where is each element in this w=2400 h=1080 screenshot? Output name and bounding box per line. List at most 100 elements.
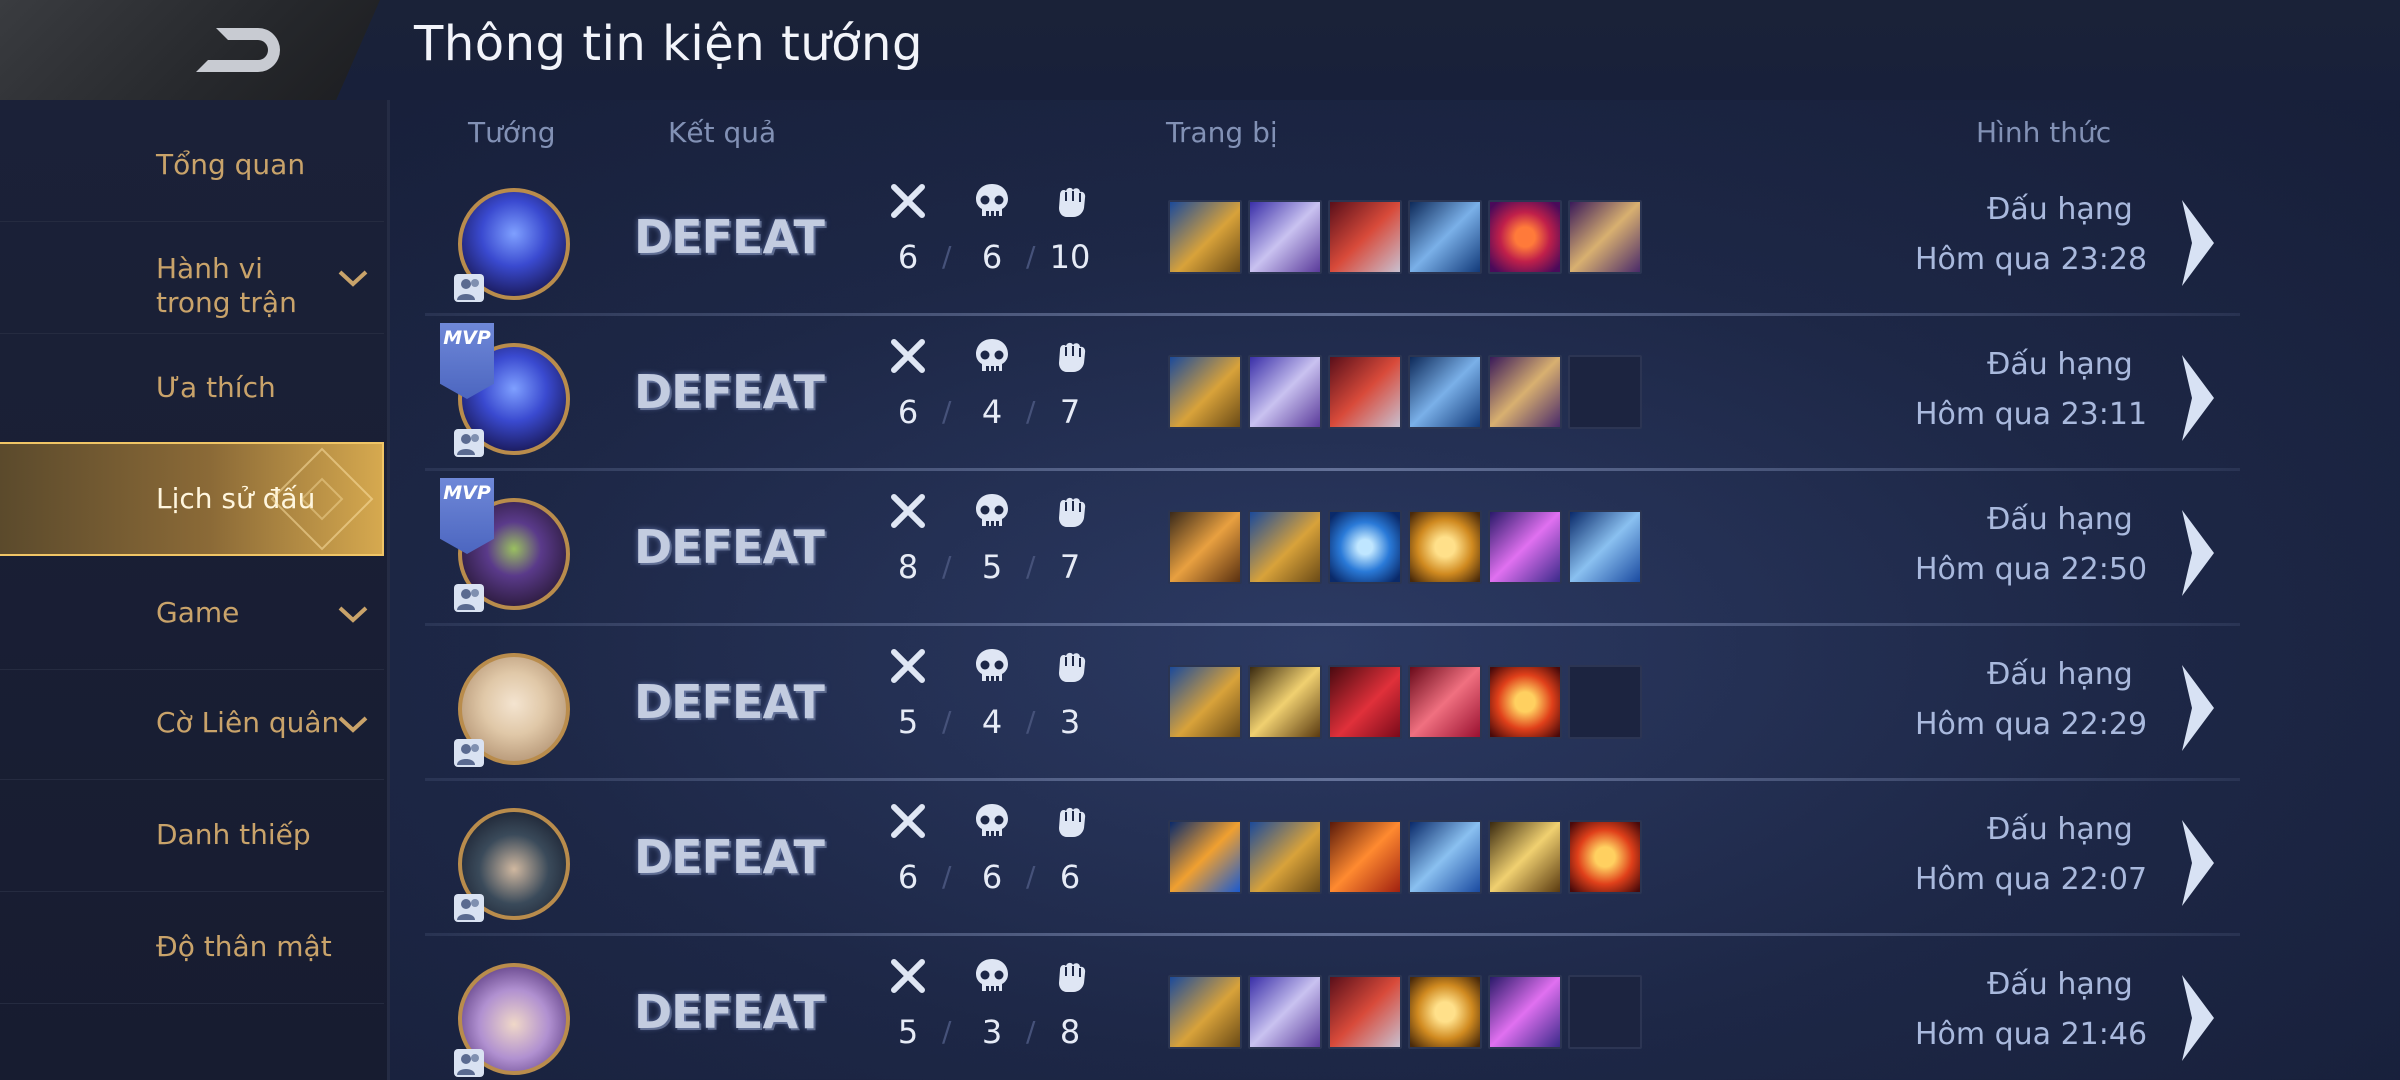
party-member-icon — [454, 894, 484, 922]
crossed-swords-icon — [891, 339, 925, 373]
boots-item-icon[interactable] — [1168, 355, 1242, 429]
red-armor-item-icon[interactable] — [1328, 355, 1402, 429]
stat-separator: / — [942, 860, 952, 893]
deaths-value: 4 — [981, 393, 1003, 431]
deaths-value: 6 — [981, 238, 1003, 276]
blue-coat-item-icon[interactable] — [1568, 510, 1642, 584]
lightning-blade-item-icon[interactable] — [1168, 820, 1242, 894]
chevron-down-icon[interactable] — [338, 606, 368, 624]
purple-staff-item-icon[interactable] — [1488, 510, 1562, 584]
mvp-badge: MVP — [440, 478, 494, 554]
holy-sword-item-icon[interactable] — [1248, 665, 1322, 739]
scroll-item-icon[interactable] — [1488, 355, 1562, 429]
purple-staff-item-icon[interactable] — [1488, 975, 1562, 1049]
blue-ring-item-icon[interactable] — [1408, 200, 1482, 274]
mvp-label: MVP — [443, 327, 491, 349]
match-mode: Đấu hạng — [1987, 347, 2133, 382]
crimson-orb-item-icon[interactable] — [1488, 200, 1562, 274]
fist-icon — [1059, 962, 1086, 992]
blue-coat-item-icon[interactable] — [1408, 820, 1482, 894]
chevron-right-icon[interactable] — [2178, 818, 2218, 908]
mvp-label: MVP — [443, 482, 491, 504]
boots-item-icon[interactable] — [1248, 510, 1322, 584]
empty-item-slot — [1568, 665, 1642, 739]
spellbook-item-icon[interactable] — [1248, 975, 1322, 1049]
party-member-icon — [454, 584, 484, 612]
match-mode: Đấu hạng — [1987, 967, 2133, 1002]
match-row[interactable]: MVP DEFEAT 6 4 7 / / Đấu hạng Hôm qua 23:11 — [420, 323, 2240, 478]
match-row[interactable]: DEFEAT 5 4 3 / / Đấu hạng Hôm qua 22:29 — [420, 633, 2240, 788]
deaths-value: 3 — [981, 1013, 1003, 1051]
match-result: DEFEAT — [634, 365, 825, 419]
party-member-icon — [454, 739, 484, 767]
kills-value: 8 — [897, 548, 919, 586]
scroll-item-icon[interactable] — [1568, 200, 1642, 274]
crimson-blade-item-icon[interactable] — [1408, 665, 1482, 739]
match-time: Hôm qua 22:07 — [1914, 862, 2148, 897]
match-row[interactable]: MVP DEFEAT 8 5 7 / / Đấu hạng Hôm qua 22:50 — [420, 478, 2240, 633]
kills-value: 5 — [897, 1013, 919, 1051]
crossed-swords-icon — [891, 804, 925, 838]
boots-item-icon[interactable] — [1168, 975, 1242, 1049]
sidebar-item-7[interactable]: Độ thân mật — [0, 892, 384, 1004]
mvp-badge: MVP — [440, 323, 494, 399]
sidebar-item-4[interactable]: Game — [0, 558, 384, 670]
chevron-right-icon[interactable] — [2178, 663, 2218, 753]
fist-icon — [1059, 497, 1086, 527]
match-row[interactable]: DEFEAT 6 6 10 / / Đấu hạng Hôm qua 23:28 — [420, 168, 2240, 323]
match-time: Hôm qua 22:50 — [1914, 552, 2148, 587]
boots-item-icon[interactable] — [1168, 200, 1242, 274]
stat-separator: / — [1026, 395, 1036, 428]
crossed-swords-icon — [891, 494, 925, 528]
skull-icon — [976, 339, 1008, 371]
sidebar-item-label: Game — [156, 596, 240, 629]
gold-crown-item-icon[interactable] — [1408, 975, 1482, 1049]
chevron-right-icon[interactable] — [2178, 198, 2218, 288]
red-armor-item-icon[interactable] — [1328, 975, 1402, 1049]
assists-value: 10 — [1049, 238, 1091, 276]
chevron-right-icon[interactable] — [2178, 973, 2218, 1063]
chevron-down-icon[interactable] — [338, 270, 368, 288]
boots-item-icon[interactable] — [1168, 665, 1242, 739]
equipment-list — [1168, 510, 1642, 584]
boots-item-icon[interactable] — [1248, 820, 1322, 894]
row-divider — [425, 623, 2240, 626]
sidebar-item-3[interactable]: Lịch sử đấu — [0, 442, 384, 556]
stat-separator: / — [942, 240, 952, 273]
spellbook-item-icon[interactable] — [1248, 200, 1322, 274]
sidebar-item-2[interactable]: Ưa thích — [0, 333, 384, 445]
chevron-right-icon[interactable] — [2178, 353, 2218, 443]
sidebar-item-1[interactable]: Hành vi trong trận — [0, 222, 384, 334]
match-result: DEFEAT — [634, 675, 825, 729]
fist-icon — [1059, 342, 1086, 372]
match-time: Hôm qua 21:46 — [1914, 1017, 2148, 1052]
blue-ring-item-icon[interactable] — [1408, 355, 1482, 429]
sidebar-item-label: Cờ Liên quân — [156, 706, 340, 739]
kills-value: 6 — [897, 393, 919, 431]
fire-claw-item-icon[interactable] — [1328, 820, 1402, 894]
golden-sword-item-icon[interactable] — [1168, 510, 1242, 584]
back-button[interactable] — [0, 0, 380, 104]
chevron-down-icon[interactable] — [338, 716, 368, 734]
match-mode: Đấu hạng — [1987, 657, 2133, 692]
stat-separator: / — [942, 705, 952, 738]
fist-icon — [1059, 187, 1086, 217]
red-armor-item-icon[interactable] — [1328, 200, 1402, 274]
sidebar-item-6[interactable]: Danh thiếp — [0, 780, 384, 892]
fire-ring-item-icon[interactable] — [1488, 665, 1562, 739]
sidebar-item-0[interactable]: Tổng quan — [0, 110, 384, 222]
spellbook-item-icon[interactable] — [1248, 355, 1322, 429]
sidebar-item-5[interactable]: Cờ Liên quân — [0, 668, 384, 780]
fire-ring-item-icon[interactable] — [1568, 820, 1642, 894]
gold-crown-item-icon[interactable] — [1408, 510, 1482, 584]
blue-orb-item-icon[interactable] — [1328, 510, 1402, 584]
match-result: DEFEAT — [634, 520, 825, 574]
red-slash-item-icon[interactable] — [1328, 665, 1402, 739]
holy-sword-item-icon[interactable] — [1488, 820, 1562, 894]
equipment-list — [1168, 975, 1642, 1049]
column-header-items: Trang bị — [1166, 116, 1278, 149]
chevron-right-icon[interactable] — [2178, 508, 2218, 598]
match-row[interactable]: DEFEAT 5 3 8 / / Đấu hạng Hôm qua 21:46 — [420, 943, 2240, 1080]
empty-item-slot — [1568, 355, 1642, 429]
match-row[interactable]: DEFEAT 6 6 6 / / Đấu hạng Hôm qua 22:07 — [420, 788, 2240, 943]
